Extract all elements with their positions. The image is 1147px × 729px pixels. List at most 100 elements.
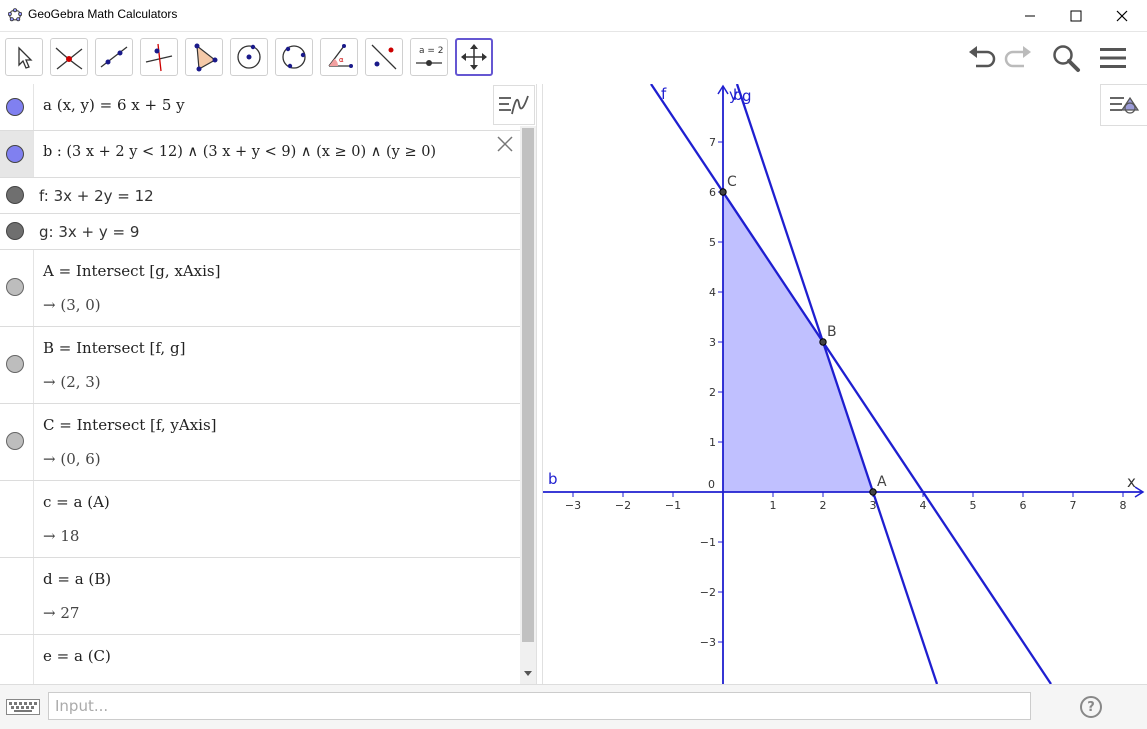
definition-text[interactable]: c = a (A) xyxy=(43,493,110,511)
angle-tool-button[interactable]: α xyxy=(320,38,358,76)
reflect-tool-button[interactable] xyxy=(365,38,403,76)
move-graphics-view-icon xyxy=(461,44,487,70)
search-button[interactable] xyxy=(1048,40,1084,76)
algebra-view-style-button[interactable] xyxy=(493,85,535,125)
keyboard-icon[interactable] xyxy=(6,699,40,715)
polygon-icon xyxy=(194,43,218,72)
point-B[interactable] xyxy=(819,338,827,346)
y-tick-label: 2 xyxy=(709,386,716,399)
y-tick-label: −1 xyxy=(700,536,716,549)
x-axis-label: x xyxy=(1127,473,1136,491)
question-icon: ? xyxy=(1087,699,1095,715)
visibility-toggle[interactable] xyxy=(6,355,24,373)
algebra-scrollbar-thumb[interactable] xyxy=(522,128,534,642)
input-field[interactable]: Input... xyxy=(48,692,1031,720)
slider-icon: a = 2 xyxy=(416,46,444,66)
algebra-row-e[interactable]: e = a (C) xyxy=(0,635,520,684)
visibility-toggle[interactable] xyxy=(6,98,24,116)
angle-icon: α xyxy=(328,44,353,68)
point-A-label: A xyxy=(877,474,887,490)
minimize-button[interactable] xyxy=(1007,0,1053,31)
definition-text[interactable]: B = Intersect [f, g] xyxy=(43,339,185,357)
algebra-row-B[interactable]: B = Intersect [f, g] → (2, 3) xyxy=(0,327,520,404)
maximize-icon xyxy=(1070,10,1082,21)
graphics-canvas[interactable]: −3 −2 −1 1 2 3 4 5 6 7 8 −3−2−11234567 0 x y f g b… xyxy=(543,84,1147,684)
move-tool-button[interactable] xyxy=(5,38,43,76)
definition-text[interactable]: C = Intersect [f, yAxis] xyxy=(43,416,217,434)
definition-text[interactable]: d = a (B) xyxy=(43,570,111,588)
graphics-view-style-button[interactable] xyxy=(1100,84,1147,126)
toolbar: α a = 2 xyxy=(0,32,1147,85)
close-window-button[interactable] xyxy=(1099,0,1145,31)
algebra-row-f[interactable]: f: 3x + 2y = 12 xyxy=(0,178,520,214)
y-tick-label: −3 xyxy=(700,636,716,649)
algebra-row-b[interactable]: b : (3 x + 2 y < 12) ∧ (3 x + y < 9) ∧ (… xyxy=(0,131,520,178)
slider-tool-button[interactable]: a = 2 xyxy=(410,38,448,76)
point-C[interactable] xyxy=(719,188,727,196)
x-tick-label: 1 xyxy=(770,499,777,512)
scroll-down-arrow-icon[interactable] xyxy=(523,670,533,678)
circle-center-tool-button[interactable] xyxy=(230,38,268,76)
maximize-button[interactable] xyxy=(1053,0,1099,31)
algebra-row-g[interactable]: g: 3x + y = 9 xyxy=(0,214,520,250)
x-tick-label: −3 xyxy=(565,499,581,512)
svg-text:a = 2: a = 2 xyxy=(419,46,444,56)
y-tick-label: 1 xyxy=(709,436,716,449)
visibility-toggle[interactable] xyxy=(6,186,24,204)
definition-text[interactable]: f: 3x + 2y = 12 xyxy=(39,187,154,205)
x-tick-label: 8 xyxy=(1120,499,1127,512)
definition-text[interactable]: A = Intersect [g, xAxis] xyxy=(43,262,220,280)
point-tool-button[interactable] xyxy=(50,38,88,76)
algebra-row-A[interactable]: A = Intersect [g, xAxis] → (3, 0) xyxy=(0,250,520,327)
move-tool-icon xyxy=(18,46,33,69)
y-tick-label: −2 xyxy=(700,586,716,599)
line-f-label: f xyxy=(661,85,667,103)
redo-button[interactable] xyxy=(1001,40,1037,76)
algebra-row-C[interactable]: C = Intersect [f, yAxis] → (0, 6) xyxy=(0,404,520,481)
visibility-toggle[interactable] xyxy=(6,222,24,240)
algebra-row-a[interactable]: a (x, y) = 6 x + 5 y xyxy=(0,84,520,131)
undo-button[interactable] xyxy=(963,40,999,76)
visibility-toggle[interactable] xyxy=(6,145,24,163)
x-tick-label: −1 xyxy=(665,499,681,512)
search-icon xyxy=(1053,45,1080,72)
algebra-row-d[interactable]: d = a (B) → 27 xyxy=(0,558,520,635)
circle-three-points-tool-button[interactable] xyxy=(275,38,313,76)
value-text: → 27 xyxy=(43,604,80,622)
visibility-toggle[interactable] xyxy=(6,432,24,450)
value-text: → (3, 0) xyxy=(43,296,101,314)
close-icon xyxy=(1116,10,1128,21)
origin-label: 0 xyxy=(708,478,715,491)
definition-text[interactable]: g: 3x + y = 9 xyxy=(39,223,139,241)
circle-center-point-icon xyxy=(237,44,261,69)
x-tick-label: 4 xyxy=(920,499,927,512)
value-text: → 18 xyxy=(43,527,80,545)
circle-three-points-icon xyxy=(282,45,306,69)
line-tool-button[interactable] xyxy=(95,38,133,76)
x-tick-label: −2 xyxy=(615,499,631,512)
visibility-toggle[interactable] xyxy=(6,278,24,296)
definition-text[interactable]: a (x, y) = 6 x + 5 y xyxy=(43,96,185,114)
x-axis-ticks: −3 −2 −1 1 2 3 4 5 6 7 8 xyxy=(565,492,1127,512)
reflect-about-line-icon xyxy=(371,44,397,70)
definition-text[interactable]: e = a (C) xyxy=(43,647,111,665)
view-splitter[interactable] xyxy=(536,84,543,684)
redo-icon xyxy=(1004,46,1031,68)
definition-text[interactable]: b : (3 x + 2 y < 12) ∧ (3 x + y < 9) ∧ (… xyxy=(43,144,436,160)
y-tick-label: 6 xyxy=(709,186,716,199)
point-B-label: B xyxy=(827,324,837,340)
help-button[interactable]: ? xyxy=(1080,696,1102,718)
algebra-row-c[interactable]: c = a (A) → 18 xyxy=(0,481,520,558)
y-tick-label: 5 xyxy=(709,236,716,249)
polygon-tool-button[interactable] xyxy=(185,38,223,76)
point-A[interactable] xyxy=(869,488,877,496)
graphics-view[interactable]: −3 −2 −1 1 2 3 4 5 6 7 8 −3 −2 −1 1 2 3 4 5 6 7 0 x y f g b… xyxy=(543,84,1147,684)
perpendicular-tool-button[interactable] xyxy=(140,38,178,76)
minimize-icon xyxy=(1025,15,1035,16)
main-menu-button[interactable] xyxy=(1095,40,1131,76)
y-tick-label: 7 xyxy=(709,136,716,149)
feasible-region[interactable] xyxy=(723,192,873,492)
move-graphics-view-button[interactable] xyxy=(455,38,493,76)
algebra-close-button[interactable] xyxy=(492,130,518,158)
perpendicular-line-icon xyxy=(145,43,173,72)
